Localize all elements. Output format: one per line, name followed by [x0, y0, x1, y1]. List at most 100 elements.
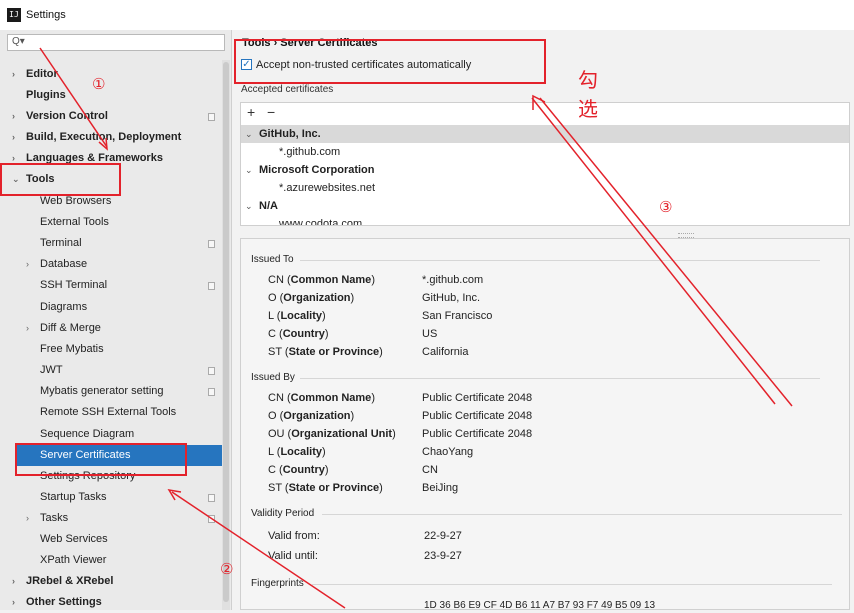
field-value: GitHub, Inc.: [422, 292, 481, 304]
sidebar-item-label: Web Services: [40, 533, 108, 545]
field-name: Organizational Unit: [291, 428, 393, 440]
sidebar-item-8[interactable]: External Tools: [0, 212, 220, 233]
field-name: Common Name: [290, 274, 372, 286]
sidebar-item-25[interactable]: › JRebel & XRebel: [0, 571, 220, 592]
expand-chevron-icon[interactable]: ⌄: [12, 169, 20, 190]
sidebar-item-1[interactable]: › Editor: [0, 64, 220, 85]
sidebar-item-23[interactable]: Web Services: [0, 529, 220, 550]
field-abbr: C: [268, 328, 276, 340]
group-divider: [300, 378, 820, 379]
expand-chevron-icon[interactable]: ›: [12, 127, 15, 148]
field-label: C (Country): [268, 464, 329, 476]
sidebar-item-label: Mybatis generator setting: [40, 385, 164, 397]
sidebar-item-15[interactable]: JWT: [0, 360, 220, 381]
search-input[interactable]: [30, 35, 220, 50]
sidebar-item-22[interactable]: › Tasks: [0, 508, 220, 529]
group-divider: [312, 584, 832, 585]
field-name: Country: [282, 328, 325, 340]
field-name: Locality: [280, 446, 323, 458]
sidebar-item-4[interactable]: › Build, Execution, Deployment: [0, 127, 220, 148]
sidebar-item-21[interactable]: Startup Tasks: [0, 487, 220, 508]
expand-chevron-icon[interactable]: ›: [12, 64, 15, 85]
sidebar-item-14[interactable]: Free Mybatis: [0, 339, 220, 360]
search-icon[interactable]: Q▾: [12, 36, 25, 47]
sidebar-item-label: Sequence Diagram: [40, 428, 135, 440]
expand-chevron-icon[interactable]: ›: [26, 254, 29, 275]
sidebar-item-label: Server Certificates: [40, 449, 131, 461]
sidebar-item-label: Tools: [26, 173, 55, 185]
field-label: L (Locality): [268, 446, 326, 458]
group-chevron-icon[interactable]: ⌄: [245, 197, 253, 215]
breadcrumb: Tools › Server Certificates: [242, 37, 378, 49]
validity-value: 23-9-27: [424, 550, 462, 562]
accept-non-trusted-label[interactable]: Accept non-trusted certificates automati…: [256, 58, 471, 72]
sidebar-item-18[interactable]: Sequence Diagram: [0, 424, 220, 445]
sidebar-item-10[interactable]: › Database: [0, 254, 220, 275]
validity-label: Valid from:: [268, 530, 320, 542]
sidebar-item-9[interactable]: Terminal: [0, 233, 220, 254]
field-abbr: ST: [268, 482, 282, 494]
field-label: O (Organization): [268, 292, 355, 304]
certificate-row[interactable]: *.github.com: [241, 143, 849, 161]
sidebar-item-16[interactable]: Mybatis generator setting: [0, 381, 220, 402]
sidebar-item-12[interactable]: Diagrams: [0, 297, 220, 318]
settings-search[interactable]: Q▾: [7, 34, 225, 51]
certificate-row[interactable]: www.codota.com: [241, 215, 849, 226]
field-value: California: [422, 346, 469, 358]
validity-value: 22-9-27: [424, 530, 462, 542]
field-label: L (Locality): [268, 310, 326, 322]
add-certificate-button[interactable]: +: [247, 104, 255, 120]
group-chevron-icon[interactable]: ⌄: [245, 161, 253, 179]
validity-period-title: Validity Period: [251, 508, 315, 519]
sidebar-item-5[interactable]: › Languages & Frameworks: [0, 148, 220, 169]
field-value: ChaoYang: [422, 446, 474, 458]
certificate-group-label: GitHub, Inc.: [259, 128, 321, 140]
field-value: Public Certificate 2048: [422, 428, 533, 440]
sidebar-item-20[interactable]: Settings Repository: [0, 466, 220, 487]
field-name: State or Province: [288, 482, 380, 494]
sidebar-item-label: Settings Repository: [40, 470, 136, 482]
field-label: ST (State or Province): [268, 482, 383, 494]
issued-by-title: Issued By: [251, 372, 295, 383]
sidebar-item-label: Version Control: [26, 110, 108, 122]
certificate-group-row[interactable]: ⌄ N/A: [241, 197, 849, 215]
field-abbr: O: [268, 292, 277, 304]
expand-chevron-icon[interactable]: ›: [26, 318, 29, 339]
sidebar-item-label: JWT: [40, 364, 63, 376]
field-abbr: ST: [268, 346, 282, 358]
field-abbr: OU: [268, 428, 285, 440]
sidebar-item-13[interactable]: › Diff & Merge: [0, 318, 220, 339]
expand-chevron-icon[interactable]: ›: [12, 148, 15, 169]
project-level-icon: [208, 515, 215, 523]
certificate-label: www.codota.com: [279, 218, 363, 226]
group-chevron-icon[interactable]: ⌄: [245, 125, 253, 143]
sidebar-item-label: Web Browsers: [40, 195, 112, 207]
field-value: Public Certificate 2048: [422, 410, 533, 422]
accept-non-trusted-checkbox[interactable]: ✓: [241, 59, 252, 70]
window-title: Settings: [26, 9, 66, 21]
sidebar-item-24[interactable]: XPath Viewer: [0, 550, 220, 571]
field-value: Public Certificate 2048: [422, 392, 533, 404]
sidebar-scrollbar-thumb[interactable]: [223, 62, 229, 602]
sidebar-item-label: Remote SSH External Tools: [40, 406, 177, 418]
expand-chevron-icon[interactable]: ›: [12, 571, 15, 592]
expand-chevron-icon[interactable]: ›: [12, 106, 15, 127]
sidebar-item-3[interactable]: › Version Control: [0, 106, 220, 127]
field-name: Organization: [283, 410, 351, 422]
project-level-icon: [208, 240, 215, 248]
sidebar-item-label: Build, Execution, Deployment: [26, 131, 182, 143]
remove-certificate-button[interactable]: −: [267, 104, 275, 120]
project-level-icon: [208, 494, 215, 502]
certificate-row[interactable]: *.azurewebsites.net: [241, 179, 849, 197]
sidebar-item-6[interactable]: ⌄ Tools: [0, 169, 220, 190]
sidebar-item-11[interactable]: SSH Terminal: [0, 275, 220, 296]
certificate-label: *.azurewebsites.net: [279, 182, 375, 194]
certificate-group-row[interactable]: ⌄ GitHub, Inc.: [241, 125, 849, 143]
sidebar-item-19[interactable]: Server Certificates: [15, 445, 222, 466]
sidebar-item-17[interactable]: Remote SSH External Tools: [0, 402, 220, 423]
sidebar-item-7[interactable]: Web Browsers: [0, 191, 220, 212]
certificate-group-row[interactable]: ⌄ Microsoft Corporation: [241, 161, 849, 179]
sidebar-item-2[interactable]: Plugins: [0, 85, 220, 106]
sidebar-scrollbar[interactable]: [222, 60, 230, 610]
expand-chevron-icon[interactable]: ›: [26, 508, 29, 529]
